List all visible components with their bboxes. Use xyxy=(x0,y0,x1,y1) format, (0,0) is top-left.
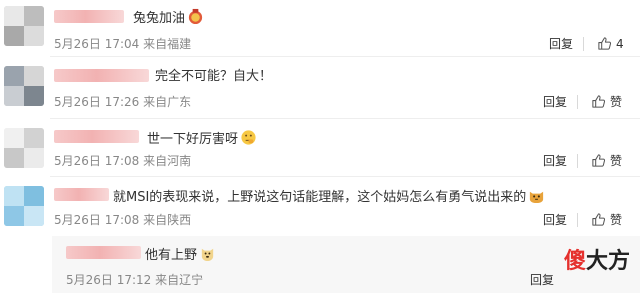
reply-button[interactable]: 回复 xyxy=(543,154,567,168)
like-label: 赞 xyxy=(610,153,623,168)
thumbs-up-icon xyxy=(597,36,612,51)
timestamp: 5月26日 17:26 xyxy=(54,95,140,109)
comment-meta: 5月26日 17:08 来自陕西 xyxy=(54,213,191,227)
timestamp: 5月26日 17:08 xyxy=(54,154,140,168)
source: 来自福建 xyxy=(143,37,192,51)
timestamp: 5月26日 17:12 xyxy=(66,273,152,287)
like-button[interactable]: 赞 xyxy=(591,94,622,109)
avatar[interactable] xyxy=(4,186,44,226)
thumbs-up-icon xyxy=(591,212,606,227)
username[interactable] xyxy=(54,10,124,23)
comment-item: 世一下好厉害呀 5月26日 17:08 来自河南 回复 赞 xyxy=(0,119,640,177)
source: 来自广东 xyxy=(143,95,192,109)
divider xyxy=(583,37,584,51)
like-button[interactable]: 赞 xyxy=(591,212,622,227)
username[interactable] xyxy=(54,130,139,143)
comment-text: 世一下好厉害呀 xyxy=(147,129,257,148)
comment-meta: 5月26日 17:04 来自福建 xyxy=(54,37,191,51)
thumbs-up-icon xyxy=(591,94,606,109)
comment-item: 就MSI的表现来说，上野说这句话能理解，这个姑妈怎么有勇气说出来的 5月26日 … xyxy=(0,177,640,236)
comment-meta: 5月26日 17:26 来自广东 xyxy=(54,95,191,109)
avatar[interactable] xyxy=(4,66,44,106)
thumbs-up-icon xyxy=(591,153,606,168)
like-count: 4 xyxy=(616,36,624,51)
source: 来自陕西 xyxy=(143,213,192,227)
reply-button[interactable]: 回复 xyxy=(530,273,554,287)
reply-meta: 5月26日 17:12 来自辽宁 xyxy=(66,273,203,287)
username[interactable] xyxy=(54,69,149,82)
doge-emoji-icon xyxy=(201,248,214,262)
like-label: 赞 xyxy=(610,212,623,227)
source: 来自辽宁 xyxy=(155,273,204,287)
sub-reply: 他有上野 5月26日 17:12 来自辽宁 回复 xyxy=(52,236,640,293)
cat-emoji-icon xyxy=(530,191,544,204)
avatar[interactable] xyxy=(4,6,44,46)
reply-text: 他有上野 xyxy=(145,245,216,264)
like-button[interactable]: 4 xyxy=(597,36,624,51)
reply-button[interactable]: 回复 xyxy=(543,95,567,109)
divider xyxy=(577,95,578,109)
watermark-logo: 傻大方 xyxy=(563,249,630,274)
like-button[interactable]: 赞 xyxy=(591,153,622,168)
comment-text: 完全不可能？自大！ xyxy=(155,69,273,84)
comment-item: 兔兔加油 5月26日 17:04 来自福建 回复 4 xyxy=(0,0,640,57)
timestamp: 5月26日 17:04 xyxy=(54,37,140,51)
comment-meta: 5月26日 17:08 来自河南 xyxy=(54,154,191,168)
avatar[interactable] xyxy=(4,128,44,168)
like-label: 赞 xyxy=(610,94,623,109)
medal-emoji-icon xyxy=(188,8,203,25)
username[interactable] xyxy=(66,246,141,259)
reply-button[interactable]: 回复 xyxy=(543,213,567,227)
username[interactable] xyxy=(54,188,109,201)
source: 来自河南 xyxy=(143,154,192,168)
comment-text: 就MSI的表现来说，上野说这句话能理解，这个姑妈怎么有勇气说出来的 xyxy=(113,187,545,206)
divider xyxy=(577,154,578,168)
timestamp: 5月26日 17:08 xyxy=(54,213,140,227)
comment-text: 兔兔加油 xyxy=(133,8,204,27)
thinking-emoji-icon xyxy=(241,130,256,145)
comment-item: 完全不可能？自大！ 5月26日 17:26 来自广东 回复 赞 xyxy=(0,57,640,119)
divider xyxy=(577,213,578,227)
reply-button[interactable]: 回复 xyxy=(549,37,573,51)
